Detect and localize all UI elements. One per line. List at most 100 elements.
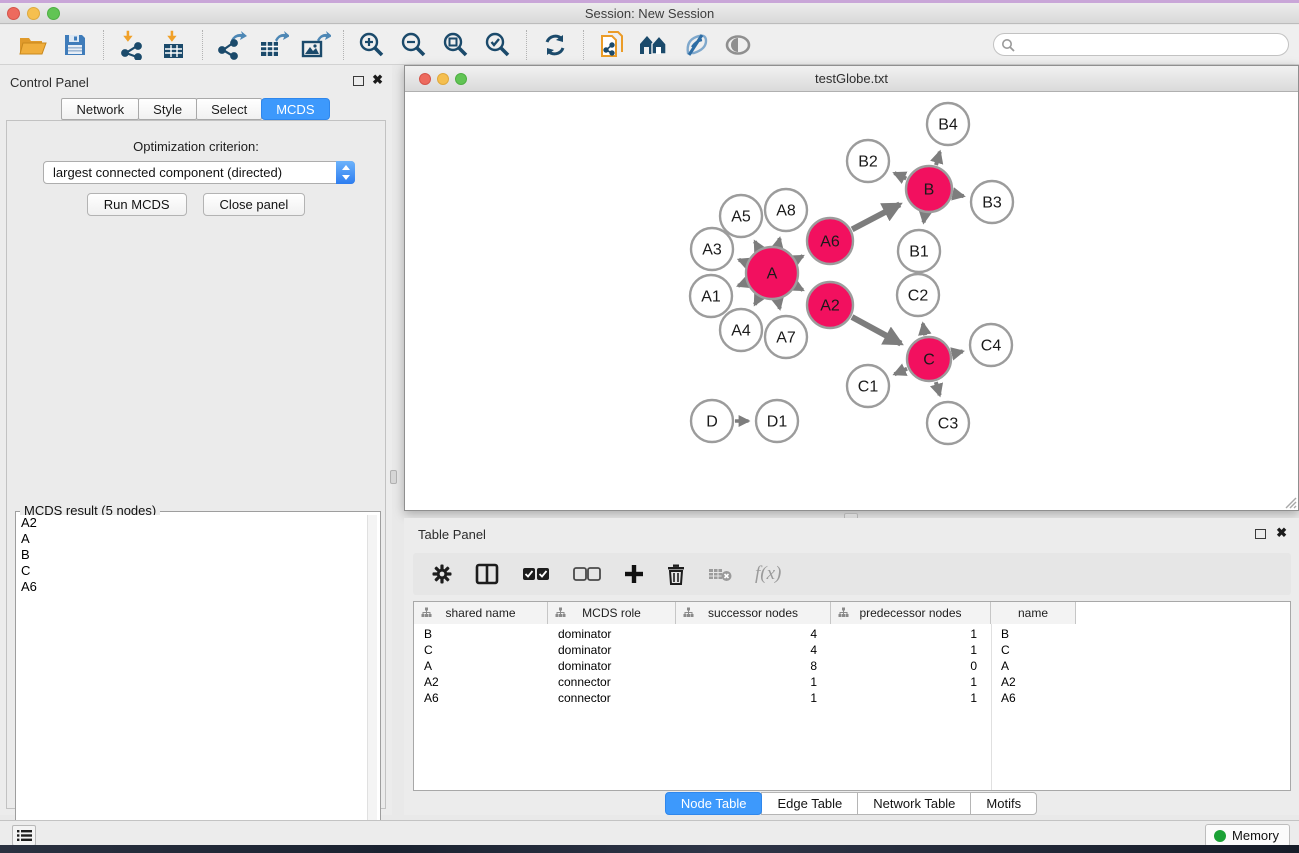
table-cell[interactable]: B — [991, 626, 1076, 642]
memory-button[interactable]: Memory — [1205, 824, 1290, 847]
import-table-button[interactable] — [157, 29, 191, 61]
graphics-details-button[interactable] — [721, 29, 755, 61]
table-cell[interactable]: A6 — [414, 690, 548, 706]
mcds-result-item[interactable]: C — [19, 563, 367, 579]
graph-edge-A-A7[interactable] — [778, 300, 780, 308]
zoom-in-button[interactable] — [355, 29, 389, 61]
table-cell[interactable]: connector — [548, 674, 676, 690]
graph-node-B1[interactable]: B1 — [898, 230, 940, 272]
export-image-button[interactable] — [298, 29, 332, 61]
table-cell[interactable]: A2 — [991, 674, 1076, 690]
scrollbar-track[interactable] — [367, 515, 377, 851]
graph-node-A3[interactable]: A3 — [691, 228, 733, 270]
graph-node-C4[interactable]: C4 — [970, 324, 1012, 366]
table-row[interactable]: A2connector11A2 — [414, 674, 1076, 690]
graph-edge-B-B1[interactable] — [924, 214, 925, 223]
graph-edge-C-C1[interactable] — [895, 369, 908, 375]
table-cell[interactable]: A6 — [991, 690, 1076, 706]
column-header-successor-nodes[interactable]: successor nodes — [676, 602, 831, 624]
network-window-titlebar[interactable]: testGlobe.txt — [405, 66, 1298, 92]
column-header-predecessor-nodes[interactable]: predecessor nodes — [831, 602, 991, 624]
graph-edge-B-B4[interactable] — [936, 152, 940, 165]
table-cell[interactable]: 1 — [831, 642, 991, 658]
table-cell[interactable]: connector — [548, 690, 676, 706]
save-session-button[interactable] — [58, 29, 92, 61]
float-table-panel-icon[interactable] — [1255, 529, 1266, 539]
resize-grip-icon[interactable] — [1283, 495, 1297, 509]
run-mcds-button[interactable]: Run MCDS — [87, 193, 187, 216]
graph-edge-A-A5[interactable] — [755, 241, 759, 248]
zoom-fit-button[interactable] — [439, 29, 473, 61]
table-cell[interactable]: B — [414, 626, 548, 642]
graph-node-B[interactable]: B — [906, 166, 952, 212]
export-table-button[interactable] — [256, 29, 290, 61]
graph-node-D1[interactable]: D1 — [756, 400, 798, 442]
column-header-shared-name[interactable]: shared name — [414, 602, 548, 624]
graph-edge-C-C2[interactable] — [923, 324, 925, 336]
column-header-mcds-role[interactable]: MCDS role — [548, 602, 676, 624]
tab-edge-table[interactable]: Edge Table — [761, 792, 858, 815]
select-all-icon[interactable] — [522, 567, 550, 581]
network-canvas[interactable]: AA1A2A3A4A5A6A7A8BB1B2B3B4CC1C2C3C4DD1 — [405, 92, 1298, 510]
table-row[interactable]: Cdominator41C — [414, 642, 1076, 658]
table-cell[interactable]: 8 — [676, 658, 831, 674]
close-panel-button[interactable]: Close panel — [203, 193, 306, 216]
table-cell[interactable]: 1 — [831, 690, 991, 706]
graph-node-A2[interactable]: A2 — [807, 282, 853, 328]
table-cell[interactable]: A2 — [414, 674, 548, 690]
graph-edge-A-A1[interactable] — [738, 283, 746, 286]
float-panel-icon[interactable] — [353, 76, 364, 86]
tab-node-table[interactable]: Node Table — [665, 792, 763, 815]
graph-node-B3[interactable]: B3 — [971, 181, 1013, 223]
table-cell[interactable]: C — [414, 642, 548, 658]
mcds-result-item[interactable]: A6 — [19, 579, 367, 595]
tab-select[interactable]: Select — [196, 98, 262, 120]
tab-network-table[interactable]: Network Table — [857, 792, 971, 815]
duplicate-network-button[interactable] — [595, 29, 629, 61]
graph-edge-A2-C[interactable] — [852, 317, 901, 344]
open-session-button[interactable] — [16, 29, 50, 61]
graph-node-C[interactable]: C — [907, 337, 951, 381]
table-cell[interactable]: C — [991, 642, 1076, 658]
tab-network[interactable]: Network — [61, 98, 139, 120]
graph-node-C1[interactable]: C1 — [847, 365, 889, 407]
table-cell[interactable]: 1 — [831, 626, 991, 642]
add-column-plus-icon[interactable] — [624, 564, 644, 584]
table-cell[interactable]: 1 — [676, 674, 831, 690]
graph-node-A6[interactable]: A6 — [807, 218, 853, 264]
table-cell[interactable]: 4 — [676, 626, 831, 642]
graph-node-A8[interactable]: A8 — [765, 189, 807, 231]
search-input[interactable] — [1015, 38, 1265, 52]
import-network-button[interactable] — [115, 29, 149, 61]
mcds-result-item[interactable]: A — [19, 531, 367, 547]
export-network-button[interactable] — [214, 29, 248, 61]
table-cell[interactable]: 0 — [831, 658, 991, 674]
tab-mcds[interactable]: MCDS — [261, 98, 329, 120]
home-button[interactable] — [637, 29, 671, 61]
table-cell[interactable]: 1 — [676, 690, 831, 706]
table-cell[interactable]: dominator — [548, 658, 676, 674]
graph-edge-B-B3[interactable] — [953, 194, 963, 196]
table-cell[interactable]: dominator — [548, 626, 676, 642]
splitter-handle-vertical[interactable] — [390, 470, 397, 484]
table-row[interactable]: Adominator80A — [414, 658, 1076, 674]
graph-node-B2[interactable]: B2 — [847, 140, 889, 182]
criterion-select[interactable]: largest connected component (directed) — [43, 161, 355, 184]
graph-node-A4[interactable]: A4 — [720, 309, 762, 351]
graph-edge-A-A2[interactable] — [797, 287, 803, 290]
graph-node-A7[interactable]: A7 — [765, 316, 807, 358]
table-cell[interactable]: 1 — [831, 674, 991, 690]
graph-edge-C-C4[interactable] — [952, 351, 962, 353]
task-history-button[interactable] — [12, 825, 36, 846]
graph-edge-B-B2[interactable] — [894, 173, 906, 178]
graph-node-C2[interactable]: C2 — [897, 274, 939, 316]
column-view-icon[interactable] — [475, 563, 499, 585]
graph-node-C3[interactable]: C3 — [927, 402, 969, 444]
close-panel-icon[interactable]: ✖ — [372, 72, 383, 88]
tab-style[interactable]: Style — [138, 98, 197, 120]
graph-edge-C-C3[interactable] — [936, 382, 940, 395]
table-cell[interactable]: A — [991, 658, 1076, 674]
graph-node-D[interactable]: D — [691, 400, 733, 442]
table-row[interactable]: A6connector11A6 — [414, 690, 1076, 706]
zoom-out-button[interactable] — [397, 29, 431, 61]
